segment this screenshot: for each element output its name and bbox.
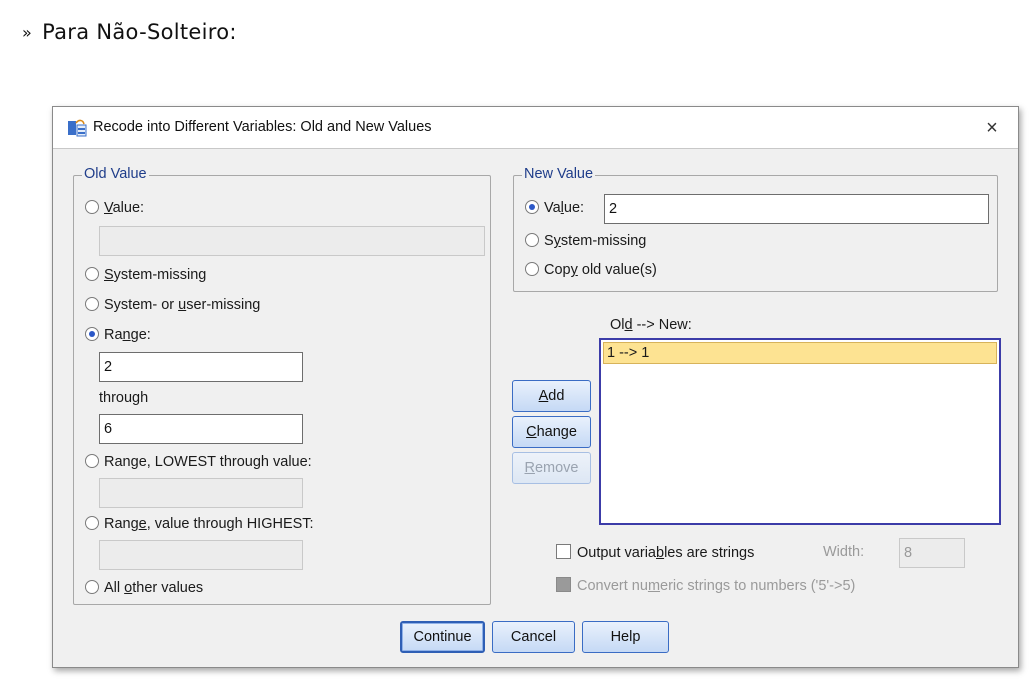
radio-icon [85,516,99,530]
old-value-radio[interactable]: Value: [85,200,144,220]
radio-icon [85,267,99,281]
continue-button[interactable]: Continue [400,621,485,653]
width-input[interactable]: 8 [899,538,965,568]
new-value-input[interactable]: 2 [604,194,989,224]
new-value-group: New Value Value: 2 System-missing Copy o… [513,166,998,292]
range-through-label: through [99,390,149,406]
help-button[interactable]: Help [582,621,669,653]
new-value-legend: New Value [522,166,596,182]
range-to-input[interactable]: 6 [99,414,303,444]
old-value-legend: Old Value [82,166,149,182]
slide-heading-text: Para Não-Solteiro: [42,20,237,44]
radio-icon [85,580,99,594]
old-new-listbox[interactable]: 1 --> 1 [599,338,1001,525]
range-highest-input[interactable] [99,540,303,570]
range-from-input[interactable]: 2 [99,352,303,382]
recode-dialog: Recode into Different Variables: Old and… [52,106,1019,668]
list-item[interactable]: 1 --> 1 [603,342,997,364]
width-label: Width: [823,544,865,560]
radio-icon [85,200,99,214]
copy-old-values-radio[interactable]: Copy old value(s) [525,262,657,282]
range-lowest-input[interactable] [99,478,303,508]
old-value-group: Old Value Value: System-missing System- … [73,166,491,605]
recode-app-icon [68,119,87,137]
change-button[interactable]: Change [512,416,591,448]
checkbox-disabled-icon [556,577,571,592]
old-system-or-user-missing-radio[interactable]: System- or user-missing [85,297,260,317]
remove-button[interactable]: Remove [512,452,591,484]
radio-icon [85,454,99,468]
old-system-missing-radio[interactable]: System-missing [85,267,206,287]
radio-selected-icon [525,200,539,214]
old-range-highest-radio[interactable]: Range, value through HIGHEST: [85,516,314,536]
old-value-input[interactable] [99,226,485,256]
radio-selected-icon [85,327,99,341]
old-range-lowest-radio[interactable]: Range, LOWEST through value: [85,454,312,474]
old-all-other-values-radio[interactable]: All other values [85,580,203,600]
radio-icon [525,262,539,276]
checkbox-icon [556,544,571,559]
radio-icon [85,297,99,311]
slide-heading: » Para Não-Solteiro: [22,20,237,44]
radio-icon [525,233,539,247]
old-new-list-label: Old --> New: [610,317,692,333]
old-range-radio[interactable]: Range: [85,327,151,347]
new-system-missing-radio[interactable]: System-missing [525,233,646,253]
title-bar: Recode into Different Variables: Old and… [53,107,1018,149]
add-button[interactable]: Add [512,380,591,412]
new-value-radio[interactable]: Value: [525,200,584,220]
output-strings-checkbox[interactable]: Output variables are strings [556,544,754,564]
convert-numeric-checkbox[interactable]: Convert numeric strings to numbers ('5'-… [556,577,855,597]
close-icon[interactable]: × [976,113,1008,143]
window-title: Recode into Different Variables: Old and… [93,119,432,135]
cancel-button[interactable]: Cancel [492,621,575,653]
bullet-mark: » [22,23,33,42]
